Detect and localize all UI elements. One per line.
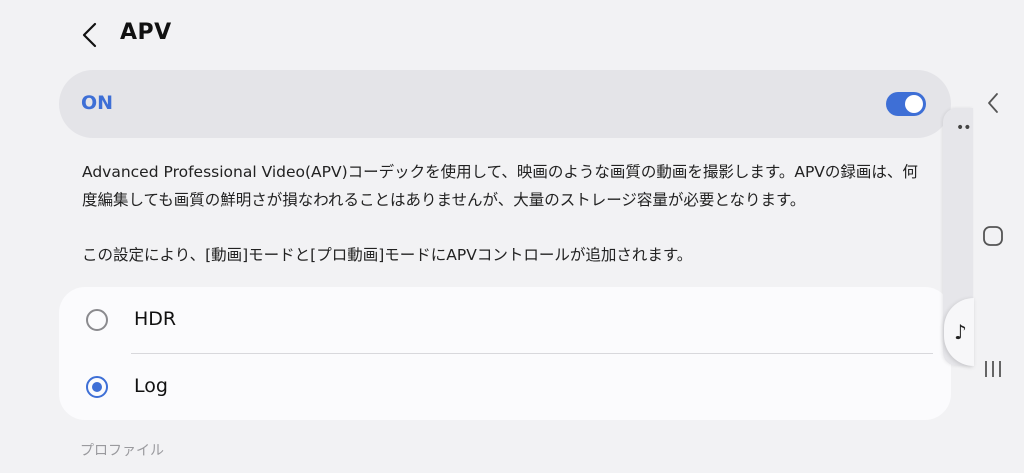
section-label-profile: プロファイル <box>80 443 164 459</box>
main-toggle-label: ON <box>81 92 114 114</box>
toggle-knob <box>905 95 923 113</box>
main-toggle-card[interactable]: ON <box>59 70 951 138</box>
top-bar: APV <box>0 0 960 70</box>
radio-selected-dot <box>92 382 102 392</box>
back-button[interactable] <box>74 18 106 52</box>
option-hdr[interactable]: HDR <box>59 287 951 354</box>
option-log[interactable]: Log <box>59 354 951 420</box>
option-log-label: Log <box>134 375 168 397</box>
options-card: HDR Log <box>59 287 951 420</box>
radio-log[interactable] <box>86 376 108 398</box>
description-paragraph-2: この設定により、[動画]モードと[プロ動画]モードにAPVコントロールが追加され… <box>82 246 693 264</box>
option-hdr-label: HDR <box>134 308 177 330</box>
music-note-icon: ♪ <box>954 320 967 344</box>
recent-apps-icon <box>985 361 1001 377</box>
chevron-left-icon <box>82 22 97 48</box>
page-title: APV <box>120 20 172 45</box>
edge-panel-dots: •• <box>956 120 971 136</box>
radio-hdr[interactable] <box>86 309 108 331</box>
nav-back-button[interactable] <box>978 88 1008 118</box>
main-toggle-switch[interactable] <box>886 92 926 116</box>
back-icon <box>988 93 998 113</box>
nav-recent-apps-button[interactable] <box>978 354 1008 384</box>
nav-home-button[interactable] <box>978 221 1008 251</box>
description-paragraph-1: Advanced Professional Video(APV)コーデックを使用… <box>82 163 918 209</box>
home-icon <box>983 226 1003 246</box>
